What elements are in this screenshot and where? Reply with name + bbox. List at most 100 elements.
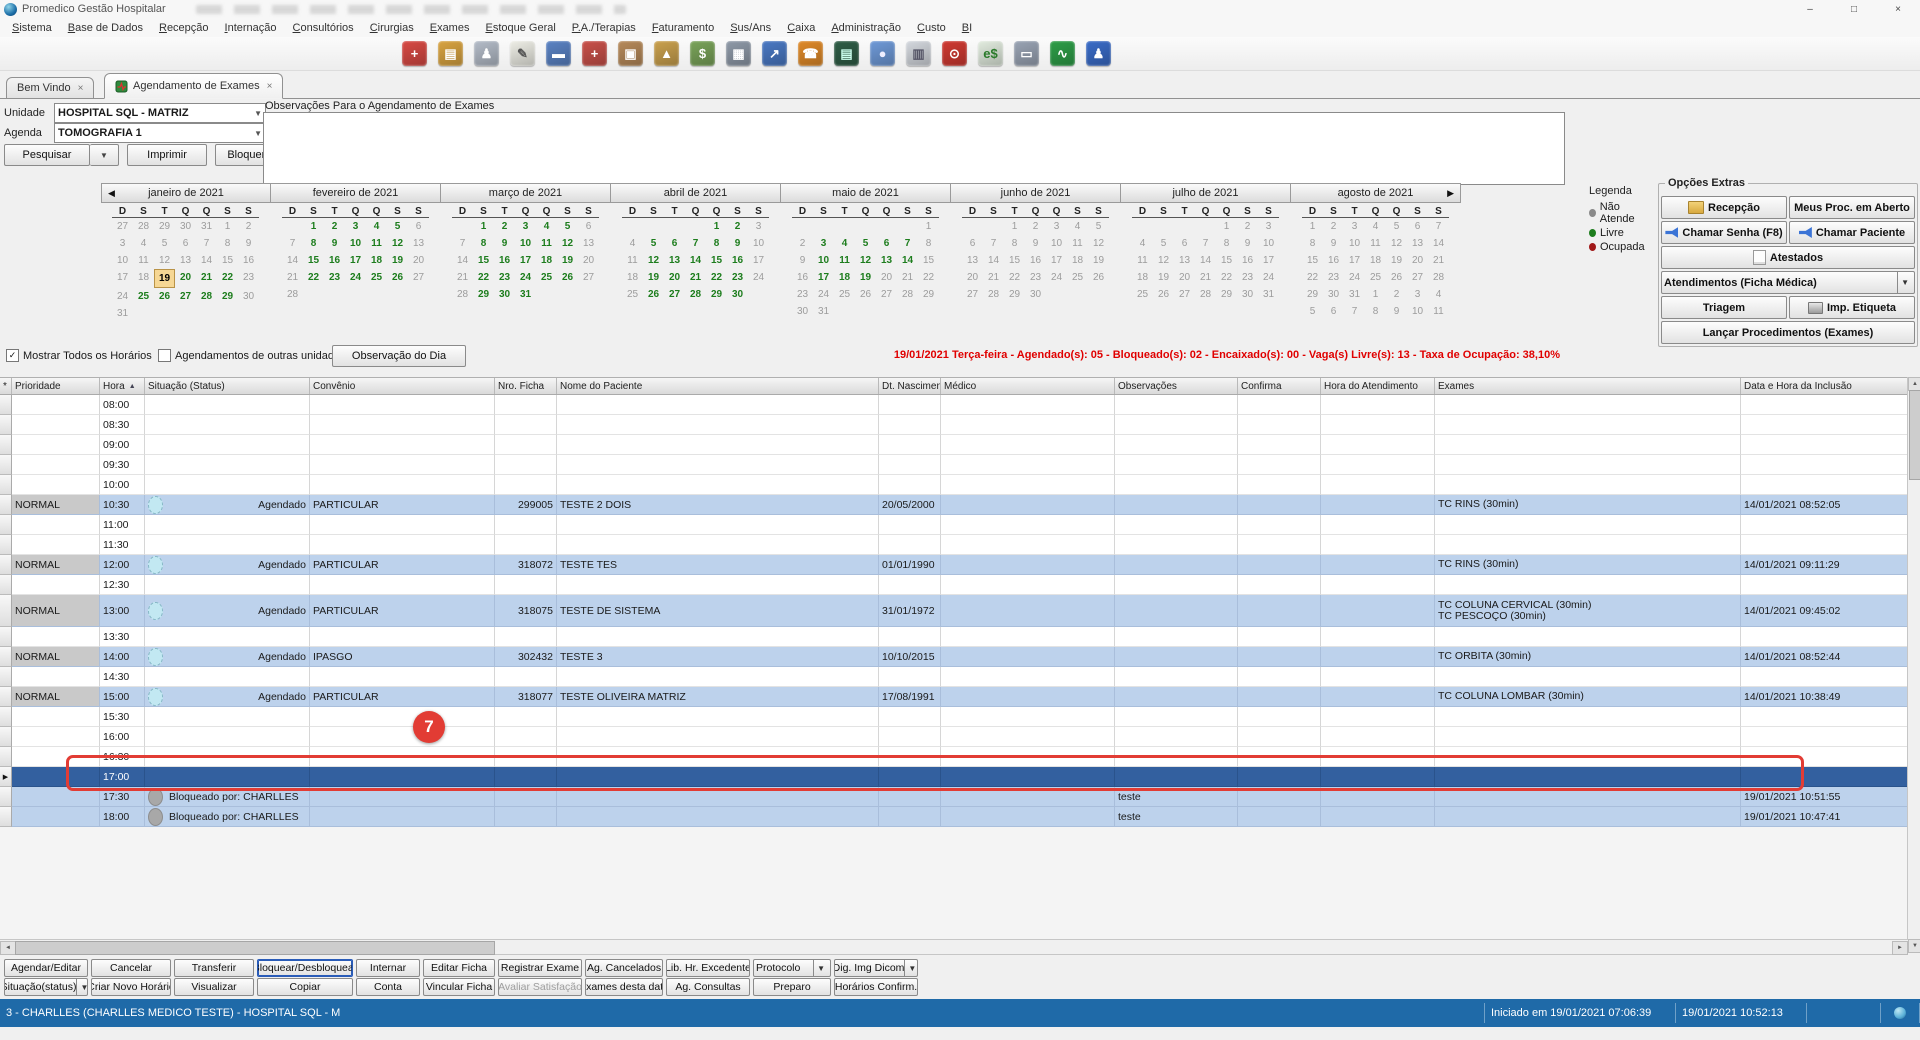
calendar-day[interactable]: 1 [1004, 218, 1025, 235]
column-header-1[interactable]: Prioridade [12, 378, 100, 394]
calendar-day[interactable]: 16 [1025, 252, 1046, 269]
situa-o-status--button[interactable]: Situação(status)▼ [4, 978, 88, 996]
calendar-day[interactable]: 23 [494, 269, 515, 286]
calendar-day[interactable]: 4 [834, 235, 855, 252]
calendar-day[interactable]: 10 [112, 252, 133, 269]
calendar-day[interactable]: 31 [112, 305, 133, 322]
column-header-6[interactable]: Nome do Paciente [557, 378, 879, 394]
calendar-day[interactable]: 30 [1025, 286, 1046, 303]
calendar-day[interactable]: 11 [366, 235, 387, 252]
calendar-day[interactable]: 8 [217, 235, 238, 252]
mensagens-icon[interactable]: ● [870, 41, 895, 66]
calendar-day[interactable]: 26 [855, 286, 876, 303]
row-indicator[interactable] [0, 435, 12, 455]
checkbox-unchecked-icon[interactable] [158, 349, 171, 362]
column-header-5[interactable]: Nro. Ficha [495, 378, 557, 394]
calendar-day[interactable]: 24 [1046, 269, 1067, 286]
table-row-1030[interactable]: NORMAL10:30AgendadoPARTICULAR299005TESTE… [0, 495, 1908, 515]
menu-item-sistema[interactable]: Sistema [4, 20, 60, 36]
menu-item-interna-o[interactable]: Internação [217, 20, 285, 36]
calendar-day[interactable]: 27 [175, 288, 196, 305]
calendar-day[interactable]: 27 [1174, 286, 1195, 303]
calendar-day[interactable]: 26 [387, 269, 408, 286]
calendar-day[interactable]: 21 [1428, 252, 1449, 269]
calendar-day[interactable]: 13 [962, 252, 983, 269]
calendar-day[interactable]: 15 [1216, 252, 1237, 269]
financeiro-icon[interactable]: $ [690, 41, 715, 66]
chevron-down-icon[interactable]: ▼ [904, 960, 918, 976]
calendar-day[interactable]: 7 [282, 235, 303, 252]
calendar-day[interactable]: 7 [1195, 235, 1216, 252]
row-indicator[interactable] [0, 415, 12, 435]
calendar-day[interactable]: 5 [643, 235, 664, 252]
impressao-icon[interactable]: ▭ [1014, 41, 1039, 66]
calendar-day[interactable]: 18 [1132, 269, 1153, 286]
calendar-day[interactable]: 1 [1216, 218, 1237, 235]
table-row-1600[interactable]: 16:00 [0, 727, 1908, 747]
calendar-day[interactable]: 11 [834, 252, 855, 269]
meus-proc-em-aberto-button[interactable]: Meus Proc. em Aberto [1789, 196, 1915, 219]
calendar-day[interactable]: 12 [154, 252, 175, 269]
calendar-day[interactable]: 2 [324, 218, 345, 235]
calendar-day[interactable]: 14 [282, 252, 303, 269]
chevron-down-icon[interactable]: ▼ [1897, 272, 1912, 293]
calendar-day[interactable]: 25 [1365, 269, 1386, 286]
calendar-day[interactable]: 17 [345, 252, 366, 269]
calendar-day[interactable]: 6 [408, 218, 429, 235]
criar-novo-hor-rio-button[interactable]: Criar Novo Horário [91, 978, 171, 996]
menu-item-consult-rios[interactable]: Consultórios [285, 20, 362, 36]
calendar-day[interactable]: 27 [112, 218, 133, 235]
calendar-day[interactable]: 6 [664, 235, 685, 252]
table-row-1400[interactable]: NORMAL14:00AgendadoIPASGO302432TESTE 310… [0, 647, 1908, 667]
calendar-day[interactable]: 17 [1258, 252, 1279, 269]
calendar-day[interactable]: 23 [238, 269, 259, 286]
calendar-day[interactable]: 29 [1004, 286, 1025, 303]
calendar-day[interactable]: 19 [1386, 252, 1407, 269]
calendar-next-icon[interactable]: ▶ [1447, 188, 1454, 199]
table-row-0830[interactable]: 08:30 [0, 415, 1908, 435]
calendar-day[interactable]: 31 [1258, 286, 1279, 303]
tab-close-icon[interactable]: × [267, 81, 273, 92]
ag-cancelados-button[interactable]: Ag. Cancelados [585, 959, 663, 977]
observacoes-textarea[interactable] [263, 112, 1565, 185]
calendar-day[interactable]: 16 [727, 252, 748, 269]
menu-item-estoque-geral[interactable]: Estoque Geral [477, 20, 563, 36]
calendar-day[interactable]: 3 [1407, 286, 1428, 303]
menu-item-p-a-terapias[interactable]: P.A./Terapias [564, 20, 644, 36]
menu-item-exames[interactable]: Exames [422, 20, 478, 36]
table-row-0930[interactable]: 09:30 [0, 455, 1908, 475]
row-indicator[interactable] [0, 727, 12, 747]
calendar-day[interactable]: 4 [1365, 218, 1386, 235]
table-row-1800[interactable]: 18:00Bloqueado por: CHARLLESteste19/01/2… [0, 807, 1908, 827]
calendar-day[interactable]: 20 [664, 269, 685, 286]
calendar-day[interactable]: 2 [1025, 218, 1046, 235]
column-header-9[interactable]: Observações [1115, 378, 1238, 394]
row-indicator[interactable]: ▶ [0, 767, 12, 787]
calendar-day[interactable]: 18 [1067, 252, 1088, 269]
calendar-day[interactable]: 5 [1153, 235, 1174, 252]
calendar-day[interactable]: 4 [133, 235, 154, 252]
chamar-senha-f8--button[interactable]: Chamar Senha (F8) [1661, 221, 1787, 244]
calendar-day[interactable]: 7 [452, 235, 473, 252]
calendar-day[interactable]: 31 [1344, 286, 1365, 303]
scroll-up-icon[interactable]: ▲ [1908, 377, 1920, 391]
row-indicator[interactable] [0, 535, 12, 555]
calendar-day[interactable]: 13 [1407, 235, 1428, 252]
row-indicator[interactable] [0, 807, 12, 827]
faturamento-icon[interactable]: ▲ [654, 41, 679, 66]
calendar-day[interactable]: 26 [557, 269, 578, 286]
calendar-day[interactable]: 15 [303, 252, 324, 269]
calendar-day[interactable]: 8 [303, 235, 324, 252]
calendar-day[interactable]: 17 [748, 252, 769, 269]
calendar-day[interactable]: 11 [1067, 235, 1088, 252]
calendar-day[interactable]: 8 [473, 235, 494, 252]
mostrar-todos-checkbox[interactable]: ✓ Mostrar Todos os Horários [6, 349, 152, 362]
calendar-day[interactable]: 3 [112, 235, 133, 252]
calendar-day[interactable]: 16 [324, 252, 345, 269]
calendar-day[interactable]: 16 [238, 252, 259, 269]
calendar-day[interactable]: 9 [1025, 235, 1046, 252]
table-row-1430[interactable]: 14:30 [0, 667, 1908, 687]
calendar-day[interactable]: 17 [515, 252, 536, 269]
calendar-day[interactable]: 20 [175, 269, 196, 286]
menu-item-base-de-dados[interactable]: Base de Dados [60, 20, 151, 36]
